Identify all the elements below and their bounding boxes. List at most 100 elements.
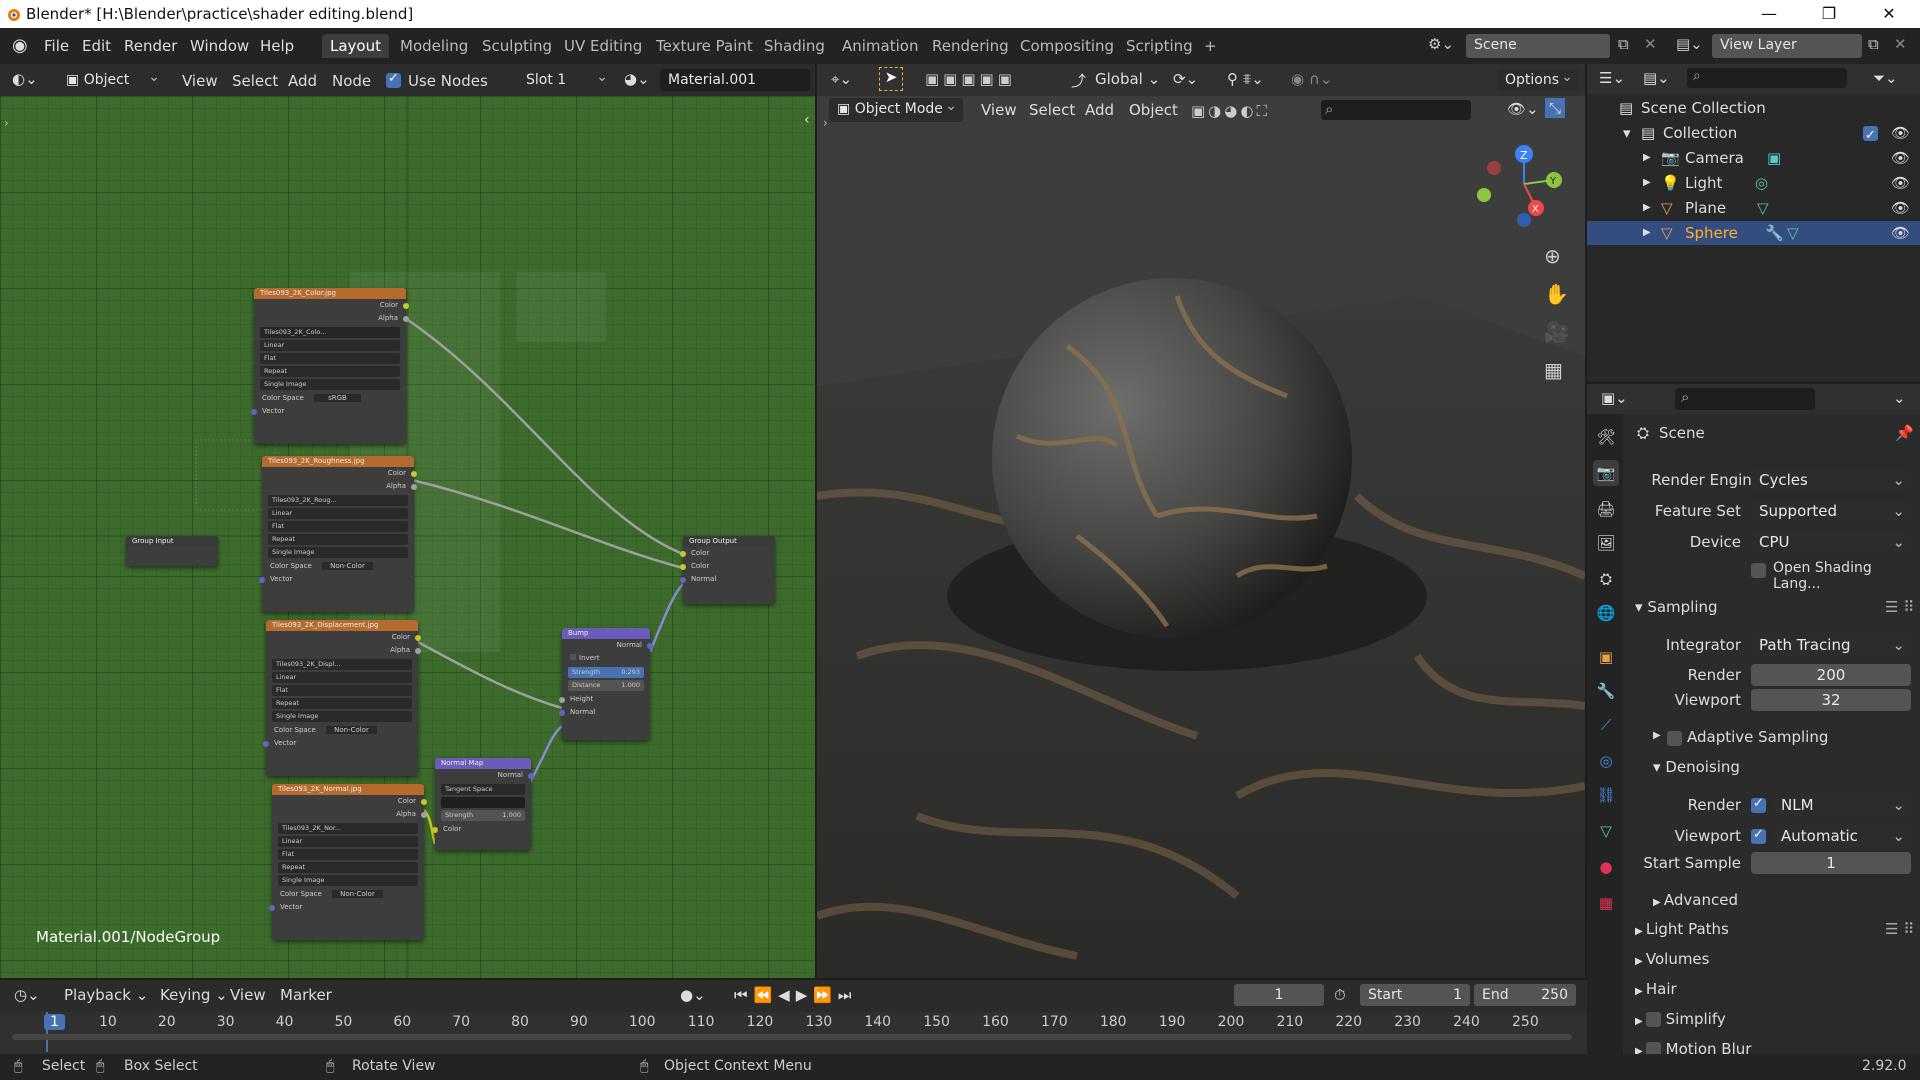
proportional-edit-icon[interactable]: ◉ ∩⌄	[1291, 70, 1332, 88]
output-tab-icon[interactable]: 🖨	[1593, 496, 1619, 522]
material-browse-icon[interactable]: ◕⌄	[624, 70, 650, 88]
tab-shading[interactable]: Shading	[756, 34, 833, 58]
shading-mode-icons[interactable]: ▣◑◕◐⛶	[1191, 102, 1270, 120]
view-layer-tab-icon[interactable]: 🖼	[1593, 530, 1619, 556]
interpolation-dropdown[interactable]: Linear	[278, 836, 418, 847]
socket[interactable]	[680, 564, 686, 570]
advanced-panel-header[interactable]: ▶ Advanced	[1653, 891, 1738, 909]
tab-layout[interactable]: Layout	[322, 34, 389, 58]
outliner-search-icon[interactable]: ⌕	[1687, 68, 1847, 88]
socket[interactable]	[528, 773, 534, 779]
bump-node[interactable]: Bump Normal Invert Strength 0.293 Distanc…	[559, 628, 653, 740]
menu-help[interactable]: Help	[254, 35, 300, 57]
viewport-samples-field[interactable]: 32	[1751, 689, 1911, 711]
simplify-panel-header[interactable]: ▶ Simplify	[1635, 1010, 1726, 1028]
outliner-collection[interactable]: ▾ ▤ Collection 👁	[1587, 121, 1920, 148]
view-menu[interactable]: View	[224, 983, 272, 1007]
menu-node[interactable]: Node	[326, 69, 377, 93]
socket[interactable]	[411, 471, 417, 477]
tab-texture-paint[interactable]: Texture Paint	[648, 34, 761, 58]
gizmo-toggle-icon[interactable]: ⤡	[1545, 98, 1566, 118]
world-tab-icon[interactable]: 🌐	[1593, 600, 1619, 626]
new-view-layer-icon[interactable]: ⧉	[1868, 35, 1879, 53]
adaptive-sampling-checkbox[interactable]	[1667, 731, 1682, 746]
data-tab-icon[interactable]: ▽	[1593, 818, 1619, 844]
projection-dropdown[interactable]: Flat	[278, 849, 418, 860]
expand-arrow-icon[interactable]: ▶	[1643, 221, 1651, 245]
light-paths-panel-header[interactable]: ▶ Light Paths	[1635, 920, 1729, 938]
open-shading-language-checkbox[interactable]	[1751, 563, 1766, 578]
exclude-checkbox[interactable]	[1863, 124, 1878, 148]
material-name-field[interactable]: Material.001	[660, 69, 810, 91]
menu-select[interactable]: Select	[1023, 98, 1081, 122]
tab-compositing[interactable]: Compositing	[1012, 34, 1122, 58]
render-engine-dropdown[interactable]: Cycles	[1751, 469, 1911, 491]
current-frame-field[interactable]: 1	[1234, 984, 1324, 1006]
frame-ruler[interactable]: 1 10 20 30 40 50 60 70 80 90 100 110 120 130 140 150 160…	[0, 1012, 1587, 1054]
outliner-scene-collection[interactable]: ▤ Scene Collection	[1587, 96, 1920, 120]
projection-dropdown[interactable]: Flat	[260, 353, 400, 364]
delete-view-layer-icon[interactable]: ✕	[1894, 35, 1907, 53]
socket[interactable]	[421, 799, 427, 805]
motion-blur-panel-header[interactable]: ▶ Motion Blur	[1635, 1040, 1751, 1054]
editor-type-icon[interactable]: ▣⌄	[1601, 389, 1628, 407]
source-dropdown[interactable]: Single Image	[260, 379, 400, 390]
end-frame-field[interactable]: End 250	[1474, 984, 1576, 1006]
socket[interactable]	[559, 710, 565, 716]
delete-scene-icon[interactable]: ✕	[1644, 35, 1657, 53]
interpolation-dropdown[interactable]: Linear	[272, 672, 412, 683]
distance-field[interactable]: Distance 1.000	[568, 680, 644, 691]
tab-sculpting[interactable]: Sculpting	[474, 34, 560, 58]
editor-type-icon[interactable]: ◐⌄	[12, 70, 38, 88]
visibility-eye-icon[interactable]: 👁	[1891, 146, 1910, 170]
socket[interactable]	[403, 316, 409, 322]
tab-uv-editing[interactable]: UV Editing	[556, 34, 650, 58]
image-datablock[interactable]: Tiles093_2K_Displ...	[272, 659, 412, 670]
image-texture-node-normal[interactable]: Tiles093_2K_Normal.jpg Color Alpha Tiles…	[269, 784, 427, 940]
strength-field[interactable]: Strength 1.000	[441, 810, 525, 821]
interpolation-dropdown[interactable]: Linear	[260, 340, 400, 351]
mode-dropdown[interactable]: ▣ Object Mode	[829, 98, 963, 122]
keying-menu[interactable]: Keying ⌄	[154, 983, 234, 1007]
socket[interactable]	[421, 812, 427, 818]
presets-list-icon[interactable]: ☰ ⠿	[1885, 598, 1914, 616]
projection-dropdown[interactable]: Flat	[268, 521, 408, 532]
filter-icon[interactable]: ⏷⌄	[1873, 69, 1898, 87]
scene-tab-icon[interactable]: ⛭	[1593, 566, 1619, 592]
outliner-item-sphere[interactable]: ▶ ▽ Sphere 🔧 ▽ 👁	[1587, 221, 1920, 245]
navigation-gizmo[interactable]: Z Y X	[1470, 140, 1580, 240]
menu-add[interactable]: Add	[282, 69, 323, 93]
playback-menu[interactable]: Playback ⌄	[58, 983, 154, 1007]
new-scene-icon[interactable]: ⧉	[1618, 35, 1629, 53]
menu-render[interactable]: Render	[118, 35, 183, 57]
image-texture-node-roughness[interactable]: Tiles093_2K_Roughness.jpg Color Alpha Ti…	[259, 456, 417, 612]
hair-panel-header[interactable]: ▶ Hair	[1635, 980, 1677, 998]
transform-orientation-dropdown[interactable]: Global ⌄	[1089, 67, 1166, 91]
socket[interactable]	[251, 409, 257, 415]
simplify-checkbox[interactable]	[1645, 1012, 1661, 1027]
display-mode-icon[interactable]: ▤⌄	[1643, 69, 1670, 87]
group-output-node[interactable]: Group Output Color Color Normal	[680, 536, 775, 604]
source-dropdown[interactable]: Single Image	[272, 711, 412, 722]
timeline[interactable]: ◷⌄ Playback ⌄ Keying ⌄ View Marker ●⌄ ⏮⏪…	[0, 980, 1587, 1054]
image-texture-node-displacement[interactable]: Tiles093_2K_Displacement.jpg Color Alpha…	[263, 620, 421, 776]
tab-modeling[interactable]: Modeling	[392, 34, 476, 58]
image-datablock[interactable]: Tiles093_2K_Nor...	[278, 823, 418, 834]
slot-dropdown[interactable]: Slot 1	[518, 69, 614, 91]
menu-select[interactable]: Select	[226, 69, 284, 93]
select-tool-icon[interactable]: ➤	[879, 67, 903, 91]
use-nodes-checkbox[interactable]	[386, 71, 401, 88]
visibility-eye-icon[interactable]: 👁	[1891, 196, 1910, 220]
sampling-panel-header[interactable]: ▾ Sampling	[1635, 598, 1718, 616]
invert-checkbox[interactable]	[570, 654, 576, 660]
view-layer-icon[interactable]: ▤⌄	[1676, 35, 1703, 53]
denoise-render-dropdown[interactable]: NLM	[1773, 794, 1911, 816]
visibility-icon[interactable]: 👁⌄	[1507, 100, 1539, 118]
particles-tab-icon[interactable]: ⟋	[1593, 712, 1619, 738]
node-editor[interactable]: Tiles093_2K_Color.jpg Color Alpha Tiles0…	[0, 96, 815, 978]
outliner-item-plane[interactable]: ▶ ▽ Plane ▽ 👁	[1587, 196, 1920, 220]
integrator-dropdown[interactable]: Path Tracing	[1751, 634, 1911, 656]
zoom-icon[interactable]: ⊕	[1544, 244, 1561, 268]
socket[interactable]	[415, 648, 421, 654]
snap-icon[interactable]: ⚲ ⩨⌄	[1227, 70, 1264, 88]
